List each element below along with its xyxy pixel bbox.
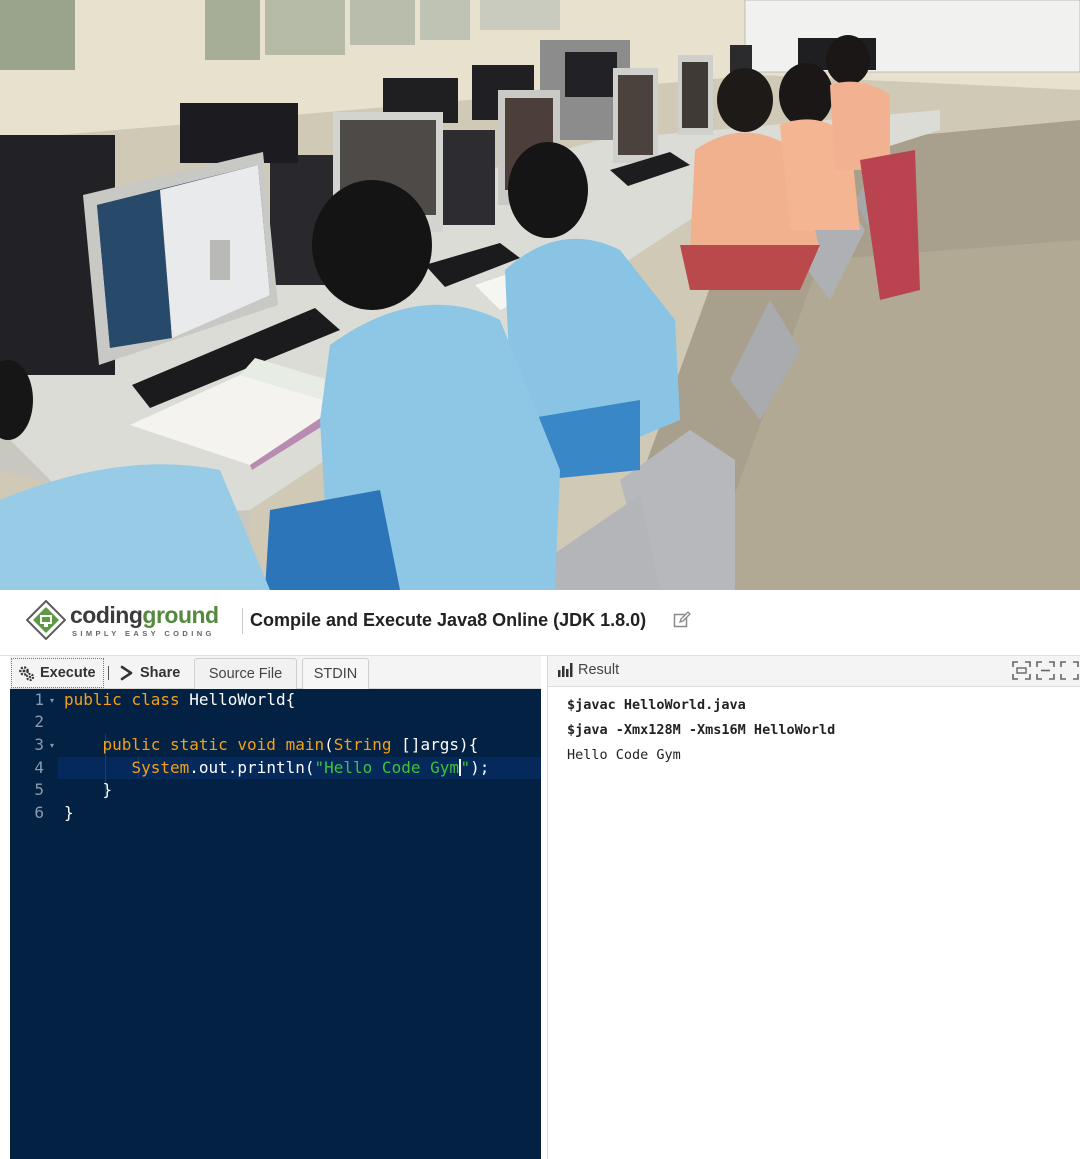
classroom-photo bbox=[0, 0, 1080, 590]
line-gutter: 1 2 3 4 5 6 ▾ ▾ bbox=[10, 689, 58, 1159]
tab-source-file[interactable]: Source File bbox=[194, 658, 297, 689]
editor-toolbar: Execute Share Source File STDIN bbox=[10, 656, 541, 689]
minimize-icon[interactable] bbox=[1036, 661, 1055, 680]
output-line: Hello Code Gym bbox=[567, 747, 681, 763]
fullscreen-icon[interactable] bbox=[1060, 661, 1079, 680]
edit-icon[interactable] bbox=[673, 611, 691, 629]
tab-stdin[interactable]: STDIN bbox=[302, 658, 369, 689]
restore-icon[interactable] bbox=[1012, 661, 1031, 680]
editor-panel: Execute Share Source File STDIN 1 2 3 4 … bbox=[10, 656, 541, 1159]
result-title: Result bbox=[578, 662, 620, 678]
logo-tagline: SIMPLY EASY CODING bbox=[72, 629, 215, 638]
line-number: 2 bbox=[34, 712, 44, 731]
output-line: $javac HelloWorld.java bbox=[567, 697, 746, 713]
share-icon bbox=[120, 665, 133, 681]
toolbar-divider bbox=[108, 666, 109, 680]
output-line: $java -Xmx128M -Xms16M HelloWorld bbox=[567, 722, 836, 738]
classroom-scene-image bbox=[0, 0, 1080, 590]
codingground-logo[interactable]: codingground SIMPLY EASY CODING bbox=[26, 600, 226, 644]
code-line[interactable]: } bbox=[64, 779, 113, 801]
app-header: codingground SIMPLY EASY CODING Compile … bbox=[0, 590, 1080, 656]
header-divider bbox=[242, 608, 243, 634]
fold-toggle-icon[interactable]: ▾ bbox=[50, 741, 54, 750]
page-title: Compile and Execute Java8 Online (JDK 1.… bbox=[250, 610, 647, 630]
logo-wordmark: codingground bbox=[70, 602, 219, 628]
result-tab[interactable]: Result bbox=[558, 662, 619, 678]
share-button[interactable]: Share bbox=[120, 658, 198, 688]
fold-toggle-icon[interactable]: ▾ bbox=[50, 696, 54, 705]
share-label: Share bbox=[140, 665, 181, 681]
bar-chart-icon bbox=[558, 663, 573, 677]
window-controls bbox=[1012, 661, 1079, 680]
line-number: 5 bbox=[34, 780, 44, 799]
execute-label: Execute bbox=[40, 665, 96, 681]
line-number: 3 bbox=[34, 735, 44, 754]
code-line[interactable]: } bbox=[64, 802, 74, 824]
result-panel: Result $javac HelloWorld.java $java -Xmx… bbox=[547, 656, 1080, 1159]
codingground-logo-icon bbox=[26, 600, 66, 640]
execute-button[interactable]: Execute bbox=[11, 658, 104, 688]
result-toolbar: Result bbox=[548, 656, 1080, 687]
gears-icon bbox=[19, 665, 35, 681]
result-output: $javac HelloWorld.java $java -Xmx128M -X… bbox=[567, 696, 835, 771]
code-line[interactable]: public static void main(String []args){ bbox=[64, 734, 479, 756]
line-number: 1 bbox=[34, 690, 44, 709]
line-number: 6 bbox=[34, 803, 44, 822]
code-line[interactable]: System.out.println("Hello Code Gym"); bbox=[64, 757, 489, 779]
code-editor[interactable]: 1 2 3 4 5 6 ▾ ▾ public class HelloWorld{… bbox=[10, 689, 541, 1159]
code-line[interactable]: public class HelloWorld{ bbox=[64, 689, 295, 711]
line-number: 4 bbox=[34, 758, 44, 777]
